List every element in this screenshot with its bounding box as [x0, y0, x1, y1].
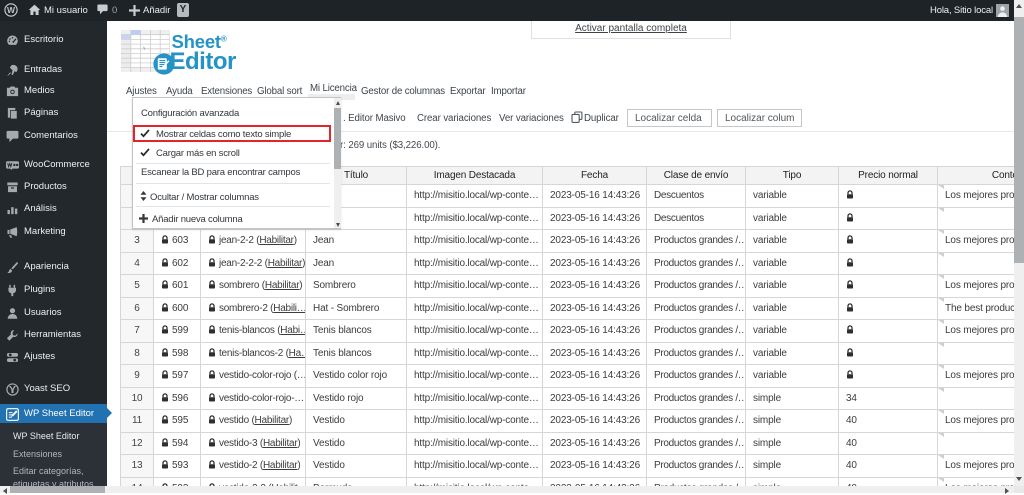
svg-text:W: W — [7, 5, 16, 15]
